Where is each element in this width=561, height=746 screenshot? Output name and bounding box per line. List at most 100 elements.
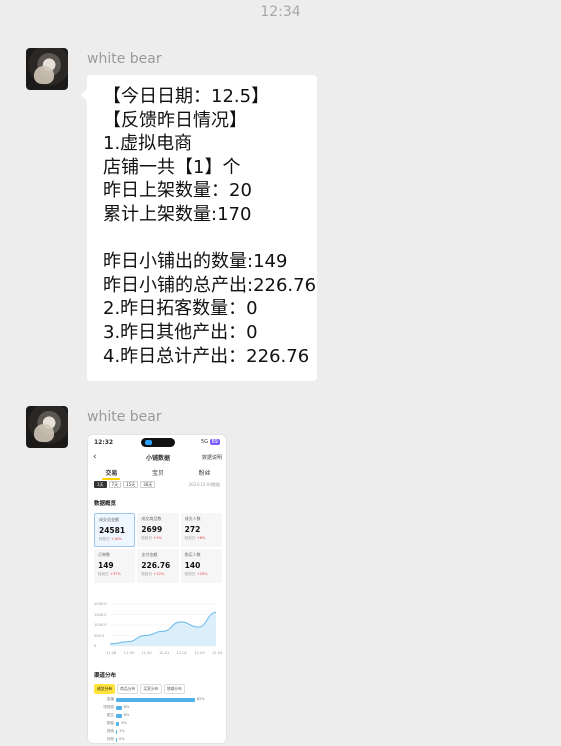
x-tick-label: 11.29: [123, 651, 134, 655]
metric-value: 2699: [141, 525, 163, 534]
message-line: 昨日上架数量：20: [103, 180, 252, 202]
message-line: [103, 227, 303, 251]
metric-value: 149: [98, 561, 114, 570]
channel-row: 搜索 1%: [94, 728, 222, 736]
tab-trade: 交易: [102, 470, 121, 480]
channel-bar: [116, 698, 195, 702]
metric-card: 购买人数 140 较前日 +33%: [180, 549, 222, 583]
metric-label: 成交人数: [184, 516, 201, 521]
message-line: 1.虚拟电商: [103, 133, 193, 155]
chip-trade-dist: 成交分布: [94, 684, 116, 694]
metric-compare: 较前日 +6%: [184, 536, 206, 540]
battery-icon: 89: [209, 439, 220, 445]
metric-compare: 较前日 +9%: [141, 536, 162, 540]
chart-svg: [109, 603, 217, 647]
metric-card: 成交总金额 24581 较前日 +18%: [94, 513, 136, 547]
dynamic-island-icon: [141, 438, 175, 447]
message-line: 3.昨日其他产出：0: [103, 321, 258, 343]
channel-row: 其他 0%: [94, 736, 222, 743]
message-line: 【今日日期：12.5】: [103, 86, 270, 107]
channel-row: 橱窗 3%: [94, 720, 222, 728]
chip-item-dist: 商品分布: [117, 684, 139, 694]
metric-value: 140: [184, 561, 201, 570]
channel-row: 短视频 6%: [94, 704, 222, 712]
range-7d: 7天: [108, 481, 122, 488]
y-tick-label: 1500.0: [94, 612, 107, 617]
channel-value: 6%: [123, 713, 130, 717]
metric-label: 订单数: [98, 552, 110, 557]
metric-compare: 较前日 +37%: [98, 572, 121, 576]
message-bubble[interactable]: 【今日日期：12.5】 【反馈昨日情况】 1.虚拟电商 店铺一共【1】个 昨日上架数量：…: [81, 75, 317, 381]
message-line: 【反馈昨日情况】: [103, 109, 247, 131]
x-tick-label: 11.28: [106, 651, 117, 655]
channel-value: 1%: [119, 729, 125, 733]
message-line: 4.昨日总计产出：226.76: [103, 345, 310, 367]
message-line: 累计上架数量:170: [103, 203, 252, 225]
range-1d: 1天: [94, 481, 107, 488]
metric-card: 成交人数 272 较前日 +6%: [180, 513, 222, 547]
y-tick-label: 500.0: [94, 633, 105, 638]
chip-region-dist: 地域分布: [163, 684, 185, 694]
range-selector: 1天 7天 15天 30天: [94, 481, 156, 488]
metric-card: 支付金额 226.76 较前日 +32%: [137, 549, 179, 583]
metric-compare: 较前日 +18%: [99, 537, 122, 541]
phone-status-time: 12:32: [94, 439, 114, 446]
tab-fans: 粉丝: [198, 470, 211, 477]
network-label: 5G: [200, 439, 209, 445]
channel-value: 82%: [196, 697, 205, 701]
x-tick-label: 12.02: [176, 651, 187, 655]
metric-card: 成交商品数 2699 较前日 +9%: [137, 513, 179, 547]
sender-name: white bear: [87, 51, 162, 67]
message-line: 店铺一共【1】个: [103, 156, 241, 178]
message-line: 2.昨日拓客数量：0: [103, 298, 258, 320]
time-divider: 12:34: [260, 4, 301, 20]
metric-label: 成交总金额: [99, 517, 119, 522]
metric-card: 订单数 149 较前日 +37%: [94, 549, 136, 583]
sender-name: white bear: [87, 409, 162, 425]
x-tick-label: 12.03: [194, 651, 205, 655]
metric-label: 支付金额: [141, 552, 158, 557]
channel-label: 橱窗: [106, 721, 114, 725]
signal-icon: 5G 89: [201, 439, 220, 445]
nav-bar: ‹ 小铺数据 数据说明: [88, 452, 226, 464]
tab-bar: 交易 宝贝 粉丝: [88, 468, 226, 480]
tab-items: 宝贝: [151, 470, 164, 477]
image-message[interactable]: 12:32 5G 89 ‹ 小铺数据 数据说明 交易 宝贝 粉丝 1天 7天 1…: [87, 434, 227, 744]
channel-row: 直播 82%: [94, 696, 222, 704]
channel-title: 渠道分布: [94, 673, 117, 679]
metric-value: 226.76: [141, 561, 171, 570]
x-tick-label: 12.01: [159, 651, 170, 655]
overview-title: 数据概览: [94, 501, 117, 507]
message-line: 昨日小铺的总产出:226.76: [103, 274, 317, 296]
sender-avatar[interactable]: [26, 48, 68, 90]
channel-bar: [116, 706, 122, 710]
channel-value: 6%: [123, 705, 130, 709]
channel-label: 其他: [106, 737, 114, 741]
metric-compare: 较前日 +32%: [141, 572, 165, 576]
metric-value: 24581: [99, 526, 126, 535]
message-line: 昨日小铺出的数量:149: [103, 251, 288, 273]
channel-bar: [116, 722, 119, 726]
channel-value: 3%: [120, 721, 127, 725]
channel-label: 图文: [106, 713, 114, 717]
y-tick-label: 0: [94, 644, 97, 648]
channel-bar: [116, 730, 117, 734]
channel-label: 直播: [106, 697, 114, 701]
x-tick-label: 11.30: [141, 651, 152, 655]
channel-label: 搜索: [106, 729, 114, 733]
sender-avatar[interactable]: [26, 406, 68, 448]
metric-compare: 较前日 +33%: [184, 572, 208, 576]
range-15d: 15天: [123, 481, 139, 488]
channel-value: 0%: [119, 737, 125, 741]
y-tick-label: 2000.0: [94, 602, 107, 606]
metrics-grid: 成交总金额 24581 较前日 +18% 成交商品数 2699 较前日 +9% 成交人数 27…: [94, 513, 222, 583]
channel-chips: 成交分布 商品分布 买家分布 地域分布: [94, 684, 185, 694]
nav-right-link: 数据说明: [201, 455, 222, 461]
channel-label: 短视频: [103, 705, 114, 709]
metric-value: 272: [184, 525, 201, 534]
channel-bar: [116, 714, 122, 718]
channel-row: 图文 6%: [94, 712, 222, 720]
metric-label: 成交商品数: [141, 516, 162, 521]
range-date: 2023-12-04数据: [188, 482, 220, 487]
chip-buyer-dist: 买家分布: [140, 684, 162, 694]
